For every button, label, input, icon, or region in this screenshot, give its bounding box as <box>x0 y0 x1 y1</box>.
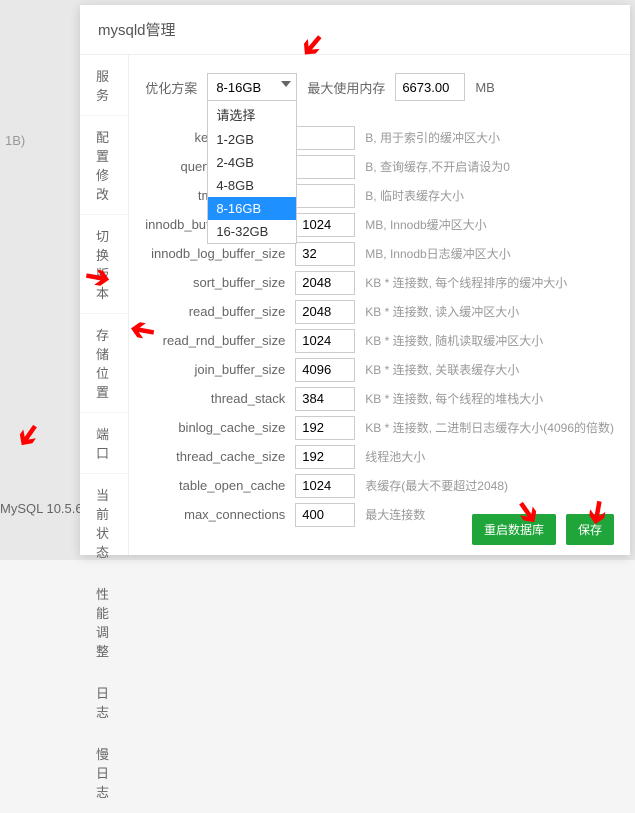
max-mem-label: 最大使用内存 <box>307 78 385 97</box>
form-row: thread_cache_size 线程池大小 <box>145 442 614 471</box>
chevron-down-icon <box>281 81 291 87</box>
row-label: read_buffer_size <box>145 304 295 319</box>
row-input-tmp_table_size[interactable] <box>295 184 355 208</box>
row-label: join_buffer_size <box>145 362 295 377</box>
row-desc: 表缓存(最大不要超过2048) <box>365 477 508 494</box>
form-row: read_rnd_buffer_size KB * 连接数, 随机读取缓冲区大小 <box>145 326 614 355</box>
row-input-read_rnd_buffer_size[interactable] <box>295 329 355 353</box>
plan-label: 优化方案 <box>145 78 197 97</box>
restart-button[interactable]: 重启数据库 <box>472 514 556 545</box>
dropdown-option[interactable]: 16-32GB <box>208 220 296 243</box>
sidebar-item-status[interactable]: 当前状态 <box>80 474 128 573</box>
form-row: binlog_cache_size KB * 连接数, 二进制日志缓存大小(409… <box>145 413 614 442</box>
row-desc: KB * 连接数, 读入缓冲区大小 <box>365 303 519 320</box>
row-label: innodb_log_buffer_size <box>145 246 295 261</box>
sidebar-item-port[interactable]: 端口 <box>80 413 128 474</box>
dropdown-option[interactable]: 请选择 <box>208 101 296 128</box>
row-desc: KB * 连接数, 随机读取缓冲区大小 <box>365 332 543 349</box>
row-desc: KB * 连接数, 二进制日志缓存大小(4096的倍数) <box>365 419 614 436</box>
dropdown-option[interactable]: 8-16GB <box>208 197 296 220</box>
row-label: max_connections <box>145 507 295 522</box>
row-input-innodb_buffer_pool_size[interactable] <box>295 213 355 237</box>
row-desc: KB * 连接数, 每个线程排序的缓冲大小 <box>365 274 567 291</box>
mysqld-modal: mysqld管理 服务 配置修改 切换版本 存储位置 端口 当前状态 性能调整 … <box>80 5 630 555</box>
row-input-join_buffer_size[interactable] <box>295 358 355 382</box>
row-desc: 线程池大小 <box>365 448 425 465</box>
modal-title: mysqld管理 <box>80 5 630 55</box>
row-label: read_rnd_buffer_size <box>145 333 295 348</box>
row-label: thread_cache_size <box>145 449 295 464</box>
plan-dropdown: 请选择 1-2GB 2-4GB 4-8GB 8-16GB 16-32GB <box>207 100 297 244</box>
max-mem-input[interactable] <box>395 73 465 101</box>
bg-mb-text: 1B) <box>5 133 25 148</box>
row-input-table_open_cache[interactable] <box>295 474 355 498</box>
row-label: thread_stack <box>145 391 295 406</box>
content-panel: 优化方案 8-16GB 请选择 1-2GB 2-4GB 4-8GB 8-16GB… <box>129 55 630 555</box>
sidebar-item-log[interactable]: 日志 <box>80 672 128 733</box>
max-mem-unit: MB <box>475 80 495 95</box>
dropdown-option[interactable]: 2-4GB <box>208 151 296 174</box>
dropdown-option[interactable]: 1-2GB <box>208 128 296 151</box>
form-row: join_buffer_size KB * 连接数, 关联表缓存大小 <box>145 355 614 384</box>
row-input-binlog_cache_size[interactable] <box>295 416 355 440</box>
row-label: table_open_cache <box>145 478 295 493</box>
row-desc: B, 查询缓存,不开启请设为0 <box>365 158 510 175</box>
row-label: binlog_cache_size <box>145 420 295 435</box>
sidebar-item-performance[interactable]: 性能调整 <box>80 573 128 672</box>
sidebar-item-service[interactable]: 服务 <box>80 55 128 116</box>
sidebar-item-config[interactable]: 配置修改 <box>80 116 128 215</box>
row-input-max_connections[interactable] <box>295 503 355 527</box>
row-desc: MB, Innodb日志缓冲区大小 <box>365 245 510 262</box>
sidebar-item-version[interactable]: 切换版本 <box>80 215 128 314</box>
row-desc: B, 临时表缓存大小 <box>365 187 464 204</box>
row-input-key_buffer_size[interactable] <box>295 126 355 150</box>
sidebar-item-slowlog[interactable]: 慢日志 <box>80 733 128 813</box>
row-label: sort_buffer_size <box>145 275 295 290</box>
save-button[interactable]: 保存 <box>566 514 614 545</box>
form-row: read_buffer_size KB * 连接数, 读入缓冲区大小 <box>145 297 614 326</box>
row-desc: KB * 连接数, 每个线程的堆栈大小 <box>365 390 543 407</box>
row-input-query_cache_size[interactable] <box>295 155 355 179</box>
form-row: sort_buffer_size KB * 连接数, 每个线程排序的缓冲大小 <box>145 268 614 297</box>
dropdown-option[interactable]: 4-8GB <box>208 174 296 197</box>
row-input-sort_buffer_size[interactable] <box>295 271 355 295</box>
row-desc: KB * 连接数, 关联表缓存大小 <box>365 361 519 378</box>
row-input-thread_stack[interactable] <box>295 387 355 411</box>
row-input-read_buffer_size[interactable] <box>295 300 355 324</box>
plan-selected-value: 8-16GB <box>216 80 261 95</box>
row-desc: 最大连接数 <box>365 506 425 523</box>
sidebar: 服务 配置修改 切换版本 存储位置 端口 当前状态 性能调整 日志 慢日志 <box>80 55 129 555</box>
row-desc: MB, Innodb缓冲区大小 <box>365 216 486 233</box>
row-input-innodb_log_buffer_size[interactable] <box>295 242 355 266</box>
plan-select[interactable]: 8-16GB 请选择 1-2GB 2-4GB 4-8GB 8-16GB 16-3… <box>207 73 297 101</box>
mysql-version: MySQL 10.5.6- <box>0 501 87 516</box>
sidebar-item-storage[interactable]: 存储位置 <box>80 314 128 413</box>
form-row: table_open_cache 表缓存(最大不要超过2048) <box>145 471 614 500</box>
row-desc: B, 用于索引的缓冲区大小 <box>365 129 500 146</box>
form-row: thread_stack KB * 连接数, 每个线程的堆栈大小 <box>145 384 614 413</box>
row-input-thread_cache_size[interactable] <box>295 445 355 469</box>
